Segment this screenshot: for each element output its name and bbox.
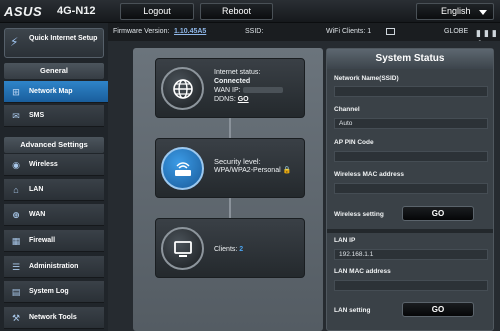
section-divider [327, 229, 493, 233]
top-bar: ASUS 4G-N12 Logout Reboot English [0, 0, 500, 23]
lan-icon: ⌂ [13, 185, 19, 195]
wan-icon: ⊕ [12, 210, 20, 220]
system-log-icon: ▤ [11, 287, 21, 297]
sidebar-item-label: SMS [29, 112, 45, 119]
operator-name: GLOBE [444, 28, 469, 35]
clients-text: Clients: 2 [214, 245, 243, 254]
security-level-label: Security level: [214, 157, 261, 166]
network-map-panel: Internet status: Connected WAN IP: DDNS:… [133, 48, 323, 331]
ap-pin-field[interactable] [334, 151, 488, 162]
router-icon [161, 147, 204, 190]
lan-mac-field[interactable] [334, 280, 488, 291]
security-text: Security level: WPA/WPA2-Personal 🔒 [214, 157, 291, 175]
network-name-label: Network Name(SSID) [334, 75, 399, 82]
sidebar-item-lan[interactable]: ⌂ LAN [4, 179, 104, 201]
sidebar-item-label: Network Tools [29, 314, 77, 321]
firmware-label: Firmware Version: [113, 28, 170, 35]
sidebar-item-firewall[interactable]: ▦ Firewall [4, 230, 104, 252]
wifi-clients-label: WiFi Clients: [326, 28, 366, 35]
wireless-icon: ◉ [12, 160, 20, 170]
firmware-version-link[interactable]: 1.10.45A5 [174, 28, 206, 35]
wireless-mac-field[interactable] [334, 183, 488, 194]
sidebar-item-system-log[interactable]: ▤ System Log [4, 281, 104, 303]
internet-status-card[interactable]: Internet status: Connected WAN IP: DDNS:… [155, 58, 305, 118]
language-select[interactable]: English [416, 3, 494, 20]
brand-logo: ASUS [4, 4, 43, 19]
lock-icon: 🔒 [282, 167, 292, 174]
sidebar-item-label: LAN [29, 186, 44, 193]
clients-count: 2 [239, 246, 244, 253]
sidebar-item-label: WAN [29, 211, 46, 218]
ddns-label: DDNS: [214, 96, 236, 103]
quick-setup-label: Quick Internet Setup [29, 35, 98, 42]
lan-ip-label: LAN IP [334, 237, 356, 244]
system-status-panel: System Status Network Name(SSID) Channel… [326, 48, 494, 331]
channel-label: Channel [334, 106, 360, 113]
internet-status-text: Internet status: Connected WAN IP: DDNS:… [214, 68, 283, 104]
lan-mac-label: LAN MAC address [334, 268, 391, 275]
main-content: Internet status: Connected WAN IP: DDNS:… [108, 41, 500, 331]
mail-icon[interactable] [386, 28, 395, 35]
logout-button[interactable]: Logout [120, 3, 194, 20]
sidebar-item-wan[interactable]: ⊕ WAN [4, 204, 104, 226]
security-level-value: WPA/WPA2-Personal 🔒 [214, 166, 291, 175]
internet-globe-icon [161, 67, 204, 110]
sidebar-item-label: Wireless [29, 161, 58, 168]
sidebar-item-label: Administration [29, 263, 79, 270]
firewall-icon: ▦ [11, 236, 21, 246]
wan-ip-value [242, 87, 283, 94]
ssid-label: SSID: [245, 28, 264, 35]
model-name: 4G-N12 [57, 5, 96, 17]
security-card[interactable]: Security level: WPA/WPA2-Personal 🔒 [155, 138, 305, 198]
quick-setup-icon: ⚡ [10, 35, 19, 49]
info-bar: Firmware Version: 1.10.45A5 SSID: WiFi C… [108, 23, 500, 60]
administration-icon: ☰ [11, 262, 21, 272]
sidebar-item-network-tools[interactable]: ⚒ Network Tools [4, 307, 104, 329]
sidebar-item-label: Network Map [29, 88, 73, 95]
wireless-setting-go-button[interactable]: GO [402, 206, 474, 221]
wifi-clients-count: 1 [367, 28, 372, 35]
connector-line [229, 198, 231, 218]
lan-ip-field[interactable]: 192.168.1.1 [334, 249, 488, 260]
sidebar-item-sms[interactable]: ✉ SMS [4, 105, 104, 127]
sidebar-item-administration[interactable]: ☰ Administration [4, 256, 104, 278]
sidebar: ⚡ Quick Internet Setup General ⊞ Network… [0, 23, 114, 331]
wireless-mac-label: Wireless MAC address [334, 171, 405, 178]
reboot-button[interactable]: Reboot [200, 3, 273, 20]
channel-field[interactable]: Auto [334, 118, 488, 129]
network-map-icon: ⊞ [12, 87, 20, 97]
computer-icon [161, 227, 204, 270]
language-label: English [441, 6, 471, 16]
network-tools-icon: ⚒ [11, 313, 21, 323]
clients-card[interactable]: Clients: 2 [155, 218, 305, 278]
lan-setting-go-button[interactable]: GO [402, 302, 474, 317]
sms-icon: ✉ [12, 111, 20, 121]
security-level-text: WPA/WPA2-Personal [214, 167, 281, 174]
chevron-down-icon [479, 10, 487, 15]
section-general: General [4, 63, 104, 79]
ddns-go-link[interactable]: GO [238, 96, 249, 103]
wan-ip-row: WAN IP: [214, 86, 283, 95]
network-name-field[interactable] [334, 86, 488, 97]
ddns-row: DDNS: GO [214, 95, 283, 104]
sidebar-item-label: Firewall [29, 237, 56, 244]
clients-label: Clients: [214, 246, 238, 253]
system-status-title: System Status [327, 49, 493, 69]
sidebar-item-wireless[interactable]: ◉ Wireless [4, 154, 104, 176]
wan-ip-label: WAN IP: [214, 87, 241, 94]
ap-pin-label: AP PIN Code [334, 139, 374, 146]
internet-status-value: Connected [214, 78, 251, 85]
wifi-clients: WiFi Clients: 1 [326, 28, 371, 35]
quick-internet-setup-button[interactable]: ⚡ Quick Internet Setup [4, 28, 104, 58]
connector-line [229, 118, 231, 138]
sidebar-item-label: System Log [29, 288, 69, 295]
wireless-setting-label: Wireless setting [334, 211, 384, 218]
sidebar-item-network-map[interactable]: ⊞ Network Map [4, 81, 114, 103]
lan-setting-label: LAN setting [334, 307, 371, 314]
internet-status-label: Internet status: [214, 69, 261, 76]
section-advanced-settings: Advanced Settings [4, 137, 104, 153]
